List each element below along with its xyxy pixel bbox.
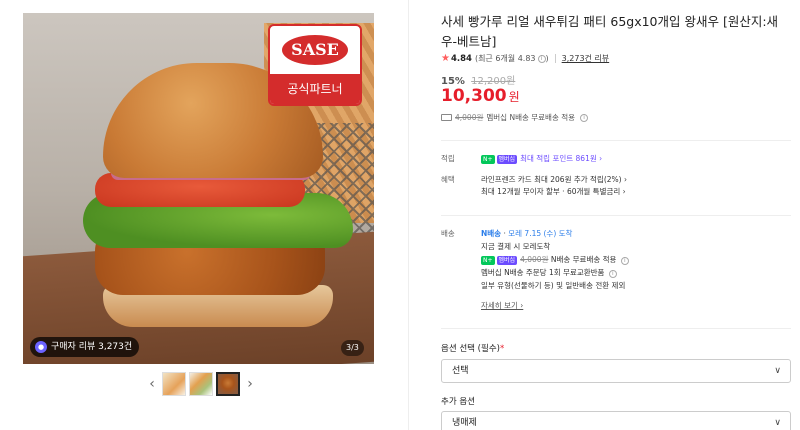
extra-option-label: 추가 옵션 [441, 397, 475, 407]
divider [441, 140, 791, 141]
review-icon: ● [35, 341, 47, 353]
main-product-image[interactable]: SASE 공식파트너 ● 구매자 리뷰 3,273건 3/3 [23, 13, 374, 364]
membership-tag: 멤버십 [496, 255, 518, 265]
delivery-arrival-row: N배송 · 모레 7.15 (수) 도착 [481, 229, 573, 238]
points-link[interactable]: N+ 멤버십 최대 적립 포인트 861원 › [481, 153, 602, 165]
buyer-review-badge[interactable]: ● 구매자 리뷰 3,273건 [30, 337, 140, 357]
separator [554, 54, 556, 63]
delivery-line-3: 멤버십 N배송 주문당 1회 무료교환반품 i [481, 267, 617, 279]
extra-option-value: 냉매제 [452, 418, 477, 428]
product-gallery: SASE 공식파트너 ● 구매자 리뷰 3,273건 3/3 ‹ › [0, 0, 408, 430]
thumbnail-3-selected[interactable] [216, 372, 240, 396]
card-benefit-link[interactable]: 라인프렌즈 카드 최대 206원 추가 적립(2%) › [481, 174, 627, 186]
thumbnail-next-arrow[interactable]: › [243, 376, 257, 392]
delivery-section: 배송 N배송 · 모레 7.15 (수) 도착 지금 결제 시 모레도착 N+ 멤… [441, 228, 791, 318]
divider [441, 328, 791, 329]
option-select[interactable]: 선택 ∨ [441, 359, 791, 383]
info-icon[interactable]: i [537, 54, 546, 63]
benefit-row: 혜택 라인프렌즈 카드 최대 206원 추가 적립(2%) › 최대 12개월 … [441, 174, 791, 200]
star-icon: ★ [441, 53, 450, 64]
npay-tag: N+ [481, 154, 495, 164]
panel-divider [408, 0, 409, 430]
truck-icon [441, 114, 452, 121]
image-page-indicator: 3/3 [341, 340, 364, 356]
extra-option-select[interactable]: 냉매제 ∨ [441, 411, 791, 430]
delivery-line-1: 지금 결제 시 모레도착 [481, 242, 551, 251]
divider [441, 215, 791, 216]
delivery-original-fee: 4,000원 [520, 255, 549, 264]
rating-detail: (최근 6개월 4.83 [474, 54, 536, 63]
membership-tag: 멤버십 [496, 154, 518, 164]
delivery-free-text: N배송 무료배송 적용 [550, 255, 617, 264]
delivery-line-4: 일부 유형(선물하기 등) 및 일반배송 전환 제외 [481, 281, 626, 290]
product-title: 사세 빵가루 리얼 새우튀김 패티 65gx10개입 왕새우 [원산지:새우-베… [441, 14, 779, 49]
delivery-detail-link[interactable]: 자세히 보기 › [481, 300, 523, 312]
thumbnail-strip: ‹ › [145, 372, 257, 396]
npay-tag: N+ [481, 255, 495, 265]
points-row: 적립 N+ 멤버십 최대 적립 포인트 861원 › [441, 153, 791, 167]
sale-price: 10,300 [441, 86, 507, 106]
shipping-row: 4,000원 멤버십 N배송 무료배송 적용 i [441, 112, 589, 123]
thumbnail-2[interactable] [189, 372, 213, 396]
sase-logo: SASE [282, 35, 348, 65]
thumbnail-1[interactable] [162, 372, 186, 396]
price-unit: 원 [508, 90, 520, 104]
review-count-link[interactable]: 3,273건 리뷰 [562, 53, 610, 64]
points-label: 적립 [441, 154, 455, 163]
delivery-info-icon[interactable]: i [620, 257, 629, 265]
benefit-label: 혜택 [441, 175, 455, 184]
discount-row: 15% 12,200원 [441, 72, 515, 87]
installment-link[interactable]: 최대 12개월 무이자 할부 · 60개월 특별금리 › [481, 186, 626, 198]
delivery-label: 배송 [441, 229, 455, 238]
price-row: 10,300 원 [441, 86, 520, 106]
option-label-text: 옵션 선택 (필수) [441, 344, 500, 354]
shipping-original-fee: 4,000원 [455, 113, 484, 122]
shipping-text: 멤버십 N배송 무료배송 적용 [486, 113, 576, 122]
official-partner-badge: SASE 공식파트너 [268, 24, 362, 106]
thumbnail-prev-arrow[interactable]: ‹ [145, 376, 159, 392]
rating-row: ★ 4.84 (최근 6개월 4.83 i) 3,273건 리뷰 [441, 53, 610, 64]
official-partner-label: 공식파트너 [270, 74, 360, 104]
option-label: 옵션 선택 (필수)* [441, 342, 504, 354]
delivery-line-2: N+ 멤버십 4,000원 N배송 무료배송 적용 i [481, 254, 629, 266]
return-info-icon[interactable]: i [608, 270, 617, 278]
return-policy-text: 멤버십 N배송 주문당 1회 무료교환반품 [481, 268, 605, 277]
n-delivery-chip: N배송 [481, 229, 502, 238]
rating-value: 4.84 [450, 53, 472, 64]
buyer-review-text: 구매자 리뷰 3,273건 [51, 342, 133, 352]
arrival-date: 모레 7.15 (수) 도착 [508, 229, 573, 238]
points-text: 최대 적립 포인트 861원 › [520, 154, 603, 163]
chevron-down-icon: ∨ [774, 418, 781, 428]
required-mark: * [499, 344, 505, 354]
option-select-value: 선택 [452, 366, 469, 376]
chevron-down-icon: ∨ [774, 366, 781, 376]
shipping-info-icon[interactable]: i [580, 113, 589, 122]
